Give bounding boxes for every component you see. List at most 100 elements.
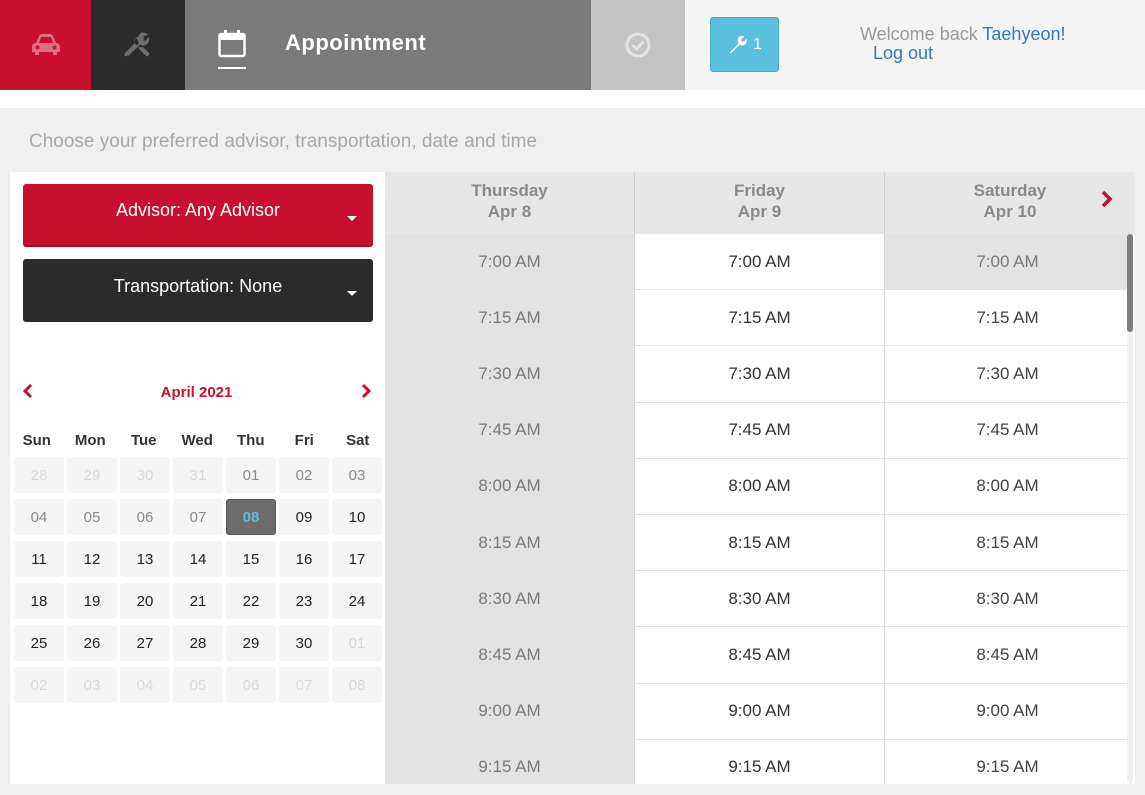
next-month-button[interactable]	[361, 383, 371, 399]
time-slot[interactable]: 8:00 AM	[885, 458, 1131, 515]
calendar-day[interactable]: 19	[67, 583, 117, 619]
options-column: Advisor: Any Advisor Transportation: Non…	[10, 172, 385, 784]
calendar-day[interactable]: 29	[226, 625, 276, 661]
advisor-dropdown-label: Advisor: Any Advisor	[115, 200, 281, 220]
schedule-header: Thursday Apr 8 Friday Apr 9 Saturday Apr…	[385, 172, 1135, 234]
calendar-day: 07	[173, 499, 223, 535]
calendar-day: 06	[120, 499, 170, 535]
selected-services-button[interactable]: 1	[710, 17, 779, 72]
calendar-day: 02	[279, 457, 329, 493]
calendar-day[interactable]: 14	[173, 541, 223, 577]
logout-link[interactable]: Log out	[873, 43, 933, 64]
calendar-day[interactable]: 27	[120, 625, 170, 661]
calendar-day[interactable]: 24	[332, 583, 382, 619]
transportation-dropdown-label: Transportation: None	[113, 276, 283, 296]
time-slot-unavailable: 8:30 AM	[385, 571, 635, 628]
calendar-week: 28 29 30 31 01 02 03	[13, 457, 385, 499]
time-column-saturday: 7:00 AM 7:15 AM 7:30 AM 7:45 AM 8:00 AM …	[885, 234, 1131, 784]
calendar-day: 29	[67, 457, 117, 493]
step-appointment[interactable]: Appointment	[185, 0, 591, 90]
calendar-day[interactable]: 18	[14, 583, 64, 619]
time-slot[interactable]: 7:30 AM	[635, 346, 885, 403]
time-slot[interactable]: 8:15 AM	[885, 514, 1131, 572]
step-services[interactable]	[91, 0, 185, 90]
calendar-icon	[218, 28, 246, 70]
calendar-day: 31	[173, 457, 223, 493]
calendar-day-selected[interactable]: 08	[226, 499, 276, 535]
appointment-panel: Choose your preferred advisor, transport…	[0, 108, 1145, 795]
schedule-scrollbar[interactable]	[1127, 234, 1133, 782]
calendar-week: 25 26 27 28 29 30 01	[13, 625, 385, 667]
top-bar: Appointment 1 Welcome back Taehyeon! Log…	[0, 0, 1145, 90]
calendar-day[interactable]: 10	[332, 499, 382, 535]
day-header-weekday: Friday	[733, 181, 786, 200]
time-slot[interactable]: 9:00 AM	[635, 683, 885, 740]
next-days-button[interactable]	[1101, 190, 1113, 208]
calendar-day[interactable]: 12	[67, 541, 117, 577]
transportation-dropdown[interactable]: Transportation: None	[23, 259, 373, 322]
calendar-day: 05	[67, 499, 117, 535]
step-vehicle[interactable]	[0, 0, 91, 90]
weekday-label: Fri	[294, 432, 314, 449]
time-slot[interactable]: 9:00 AM	[885, 683, 1131, 740]
time-slot[interactable]: 7:45 AM	[885, 402, 1131, 459]
calendar-day[interactable]: 30	[279, 625, 329, 661]
calendar-day: 01	[332, 625, 382, 661]
time-slot[interactable]: 8:30 AM	[885, 571, 1131, 628]
calendar-day: 07	[279, 667, 329, 703]
wrench-icon	[727, 34, 749, 56]
calendar-day[interactable]: 26	[67, 625, 117, 661]
calendar-day[interactable]: 22	[226, 583, 276, 619]
calendar-day[interactable]: 17	[332, 541, 382, 577]
calendar-day[interactable]: 13	[120, 541, 170, 577]
calendar-day: 03	[67, 667, 117, 703]
calendar-day[interactable]: 21	[173, 583, 223, 619]
time-slot[interactable]: 8:30 AM	[635, 571, 885, 628]
time-slot[interactable]: 8:15 AM	[635, 514, 885, 572]
scrollbar-thumb[interactable]	[1127, 234, 1133, 332]
time-slot-schedule: Thursday Apr 8 Friday Apr 9 Saturday Apr…	[385, 172, 1135, 784]
advisor-dropdown[interactable]: Advisor: Any Advisor	[23, 184, 373, 247]
time-slot[interactable]: 7:00 AM	[635, 234, 885, 291]
calendar-day: 03	[332, 457, 382, 493]
calendar-week: 11 12 13 14 15 16 17	[13, 541, 385, 583]
calendar-grid: 28 29 30 31 01 02 03 04 05 06 07 08 09 1…	[13, 457, 385, 709]
time-slot-unavailable: 8:15 AM	[385, 514, 635, 572]
calendar-day[interactable]: 25	[14, 625, 64, 661]
time-slot[interactable]: 8:45 AM	[885, 627, 1131, 684]
weekday-label: Sun	[22, 432, 51, 449]
time-slot[interactable]: 7:30 AM	[885, 346, 1131, 403]
day-header-weekday: Thursday	[471, 181, 548, 200]
chevron-right-icon	[361, 383, 371, 399]
calendar-day[interactable]: 16	[279, 541, 329, 577]
calendar-header: April 2021	[10, 380, 385, 406]
calendar-day[interactable]: 11	[14, 541, 64, 577]
time-slot-unavailable: 7:45 AM	[385, 402, 635, 459]
time-slot[interactable]: 7:15 AM	[635, 290, 885, 347]
calendar-day[interactable]: 09	[279, 499, 329, 535]
check-circle-icon	[624, 31, 652, 59]
calendar-day[interactable]: 20	[120, 583, 170, 619]
calendar-day[interactable]: 23	[279, 583, 329, 619]
weekday-label: Sat	[346, 432, 370, 449]
time-slot[interactable]: 8:00 AM	[635, 458, 885, 515]
time-slot[interactable]: 7:15 AM	[885, 290, 1131, 347]
calendar-day[interactable]: 15	[226, 541, 276, 577]
service-count: 1	[753, 35, 762, 53]
car-icon	[30, 33, 62, 57]
time-column-thursday: 7:00 AM 7:15 AM 7:30 AM 7:45 AM 8:00 AM …	[385, 234, 635, 784]
time-column-friday: 7:00 AM 7:15 AM 7:30 AM 7:45 AM 8:00 AM …	[635, 234, 885, 784]
calendar-week: 18 19 20 21 22 23 24	[13, 583, 385, 625]
calendar-day: 04	[14, 499, 64, 535]
step-confirm[interactable]	[591, 0, 685, 90]
day-header-saturday: Saturday Apr 10	[885, 172, 1135, 234]
time-slot[interactable]: 9:15 AM	[635, 739, 885, 784]
welcome-message: Welcome back Taehyeon!	[860, 24, 1065, 45]
calendar-day[interactable]: 28	[173, 625, 223, 661]
calendar-day: 06	[226, 667, 276, 703]
time-slot[interactable]: 7:45 AM	[635, 402, 885, 459]
time-slot[interactable]: 8:45 AM	[635, 627, 885, 684]
calendar-week: 04 05 06 07 08 09 10	[13, 499, 385, 541]
time-slot[interactable]: 9:15 AM	[885, 739, 1131, 784]
chevron-right-icon	[1101, 190, 1113, 208]
